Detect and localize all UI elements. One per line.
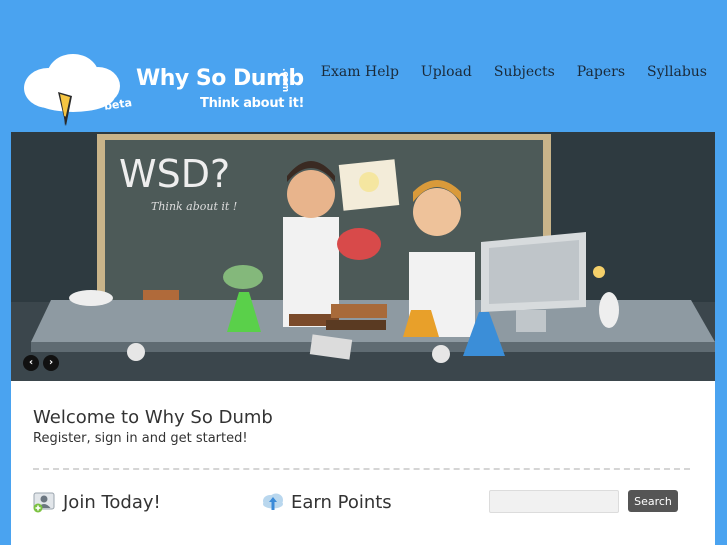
lab-mouse-left <box>69 290 113 306</box>
hero-banner: WSD? Think about it ! ‹ › <box>11 132 715 381</box>
lightbulb-icon <box>359 172 379 192</box>
nav-subjects[interactable]: Subjects <box>494 64 555 80</box>
join-today-link[interactable]: Join Today! <box>33 491 161 513</box>
dashed-divider <box>33 468 690 470</box>
chalk-title: WSD? <box>119 152 230 196</box>
nav-syllabus[interactable]: Syllabus <box>647 64 707 80</box>
chalk-subtitle: Think about it ! <box>151 200 237 213</box>
main-nav: Exam Help Upload Subjects Papers Syllabu… <box>321 64 707 80</box>
beta-label: beta <box>103 96 133 113</box>
welcome-title: Welcome to Why So Dumb <box>33 407 273 428</box>
nav-papers[interactable]: Papers <box>577 64 625 80</box>
join-today-label: Join Today! <box>63 491 161 513</box>
nav-exam-help[interactable]: Exam Help <box>321 64 399 80</box>
earn-points-label: Earn Points <box>291 491 392 513</box>
search-input[interactable] <box>489 490 619 513</box>
brand-tagline: Think about it! <box>200 96 305 111</box>
slider-next-button[interactable]: › <box>43 355 59 371</box>
user-add-icon <box>33 492 55 513</box>
cloud-pencil-logo-icon <box>24 54 120 126</box>
welcome-subtitle: Register, sign in and get started! <box>33 431 248 446</box>
lab-mouse-right <box>599 292 619 328</box>
welcome-panel: Welcome to Why So Dumb Register, sign in… <box>11 381 715 545</box>
brand-title: Why So Dumb <box>136 66 304 91</box>
brain-prop <box>337 228 381 260</box>
slider-prev-button[interactable]: ‹ <box>23 355 39 371</box>
scientist-left <box>283 217 339 327</box>
nav-upload[interactable]: Upload <box>421 64 472 80</box>
cloud-upload-icon <box>263 493 283 510</box>
brand-com: .com <box>280 68 290 93</box>
site-logo[interactable]: beta Why So Dumb .com Think about it! <box>18 50 308 130</box>
earn-points-link[interactable]: Earn Points <box>261 491 392 513</box>
banner-illustration: WSD? Think about it ! <box>11 132 715 381</box>
site-header: beta Why So Dumb .com Think about it! Ex… <box>0 0 727 132</box>
search-button[interactable]: Search <box>628 490 678 512</box>
